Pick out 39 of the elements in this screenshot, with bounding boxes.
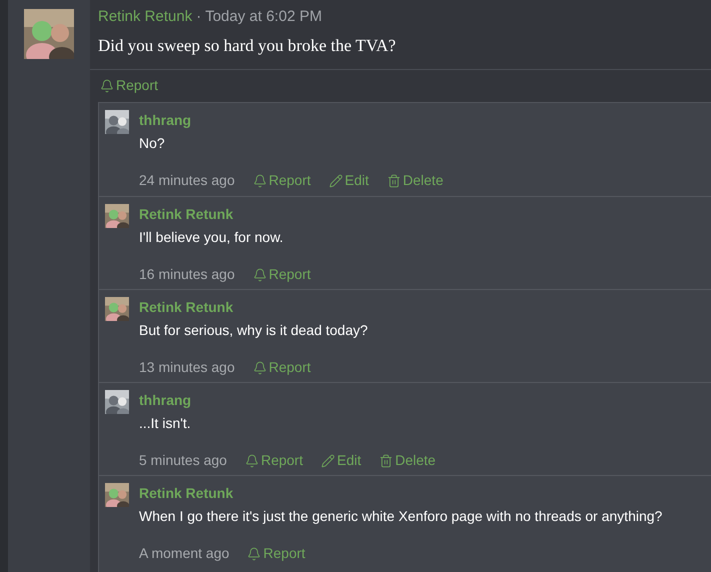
comment-text: ...It isn't.	[139, 414, 192, 433]
comment-time: 5 minutes ago	[139, 451, 227, 470]
author-name[interactable]: Retink Retunk	[139, 483, 662, 504]
comment-time: A moment ago	[139, 544, 230, 563]
report-link[interactable]: Report	[100, 75, 158, 96]
author-name[interactable]: thhrang	[139, 110, 444, 131]
trash-icon	[386, 174, 401, 188]
delete-link[interactable]: Delete	[379, 450, 436, 471]
author-name[interactable]: Retink Retunk	[139, 297, 368, 318]
author-name[interactable]: thhrang	[139, 390, 436, 411]
comment-text: When I go there it's just the generic white Xenforo page with no threads or anything?	[139, 507, 662, 526]
post-time: Today at 6:02 PM	[205, 7, 322, 27]
report-link[interactable]: Report	[252, 264, 311, 285]
post-body: Did you sweep so hard you broke the TVA?	[98, 34, 397, 57]
edit-link[interactable]: Edit	[328, 170, 369, 191]
comment-text: No?	[139, 134, 166, 153]
bell-icon	[252, 360, 267, 374]
comment-time: 16 minutes ago	[139, 265, 235, 284]
author-name[interactable]: Retink Retunk	[139, 204, 311, 225]
bell-icon	[252, 174, 267, 188]
bell-icon	[247, 546, 262, 560]
edit-link[interactable]: Edit	[320, 450, 362, 471]
bell-icon	[100, 78, 114, 92]
author-name[interactable]: Retink Retunk	[98, 6, 192, 28]
trash-icon	[379, 454, 394, 468]
report-link[interactable]: Report	[244, 450, 303, 471]
report-link[interactable]: Report	[247, 543, 306, 564]
bell-icon	[252, 268, 267, 282]
comment-time: 24 minutes ago	[139, 171, 235, 190]
pencil-icon	[328, 174, 343, 188]
delete-link[interactable]: Delete	[386, 170, 444, 191]
comment-time: 13 minutes ago	[139, 358, 235, 377]
pencil-icon	[320, 454, 335, 468]
comment-text: But for serious, why is it dead today?	[139, 321, 368, 340]
report-link[interactable]: Report	[252, 357, 311, 378]
comment-text: I'll believe you, for now.	[139, 228, 284, 247]
bell-icon	[244, 454, 259, 468]
report-link[interactable]: Report	[252, 170, 311, 191]
separator: ·	[196, 7, 202, 27]
